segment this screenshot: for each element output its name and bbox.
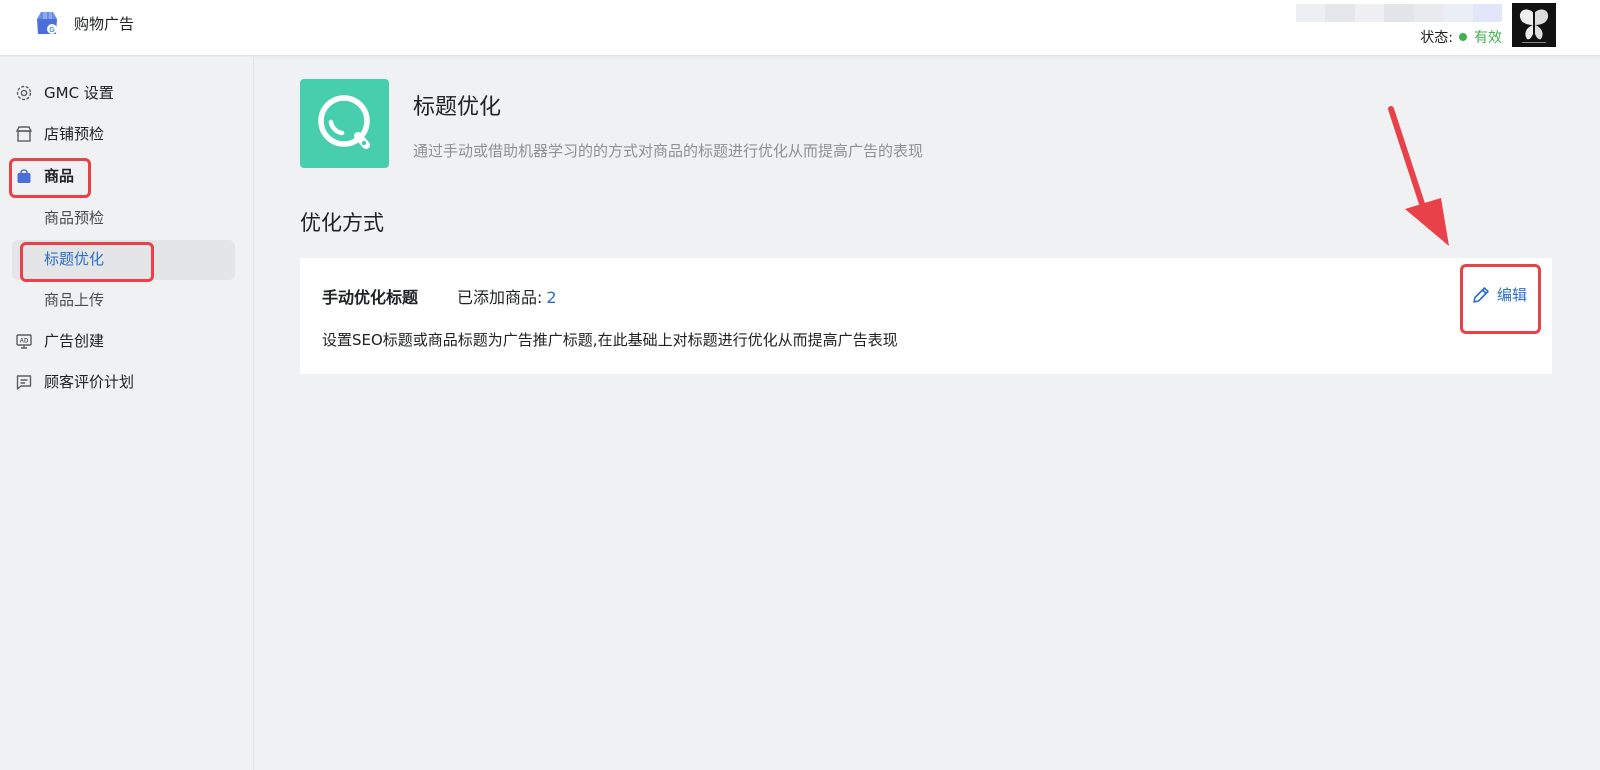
account-status: 状态: 有效 — [1420, 27, 1502, 47]
brand[interactable]: G 购物广告 — [34, 10, 134, 36]
status-value: 有效 — [1474, 30, 1502, 46]
count-value[interactable]: 2 — [546, 288, 556, 307]
sidebar-item-label: 广告创建 — [44, 332, 105, 350]
sidebar-subitem-product-precheck[interactable]: 商品预检 — [44, 207, 104, 228]
sidebar-subitem-title-optimization[interactable]: 标题优化 — [44, 248, 104, 269]
sidebar: GMC 设置 店铺预检 商品 商品预检 标题优化 商品上传 AD 广告创建 顾客… — [0, 57, 254, 770]
svg-text:G: G — [49, 27, 55, 34]
app-name: 购物广告 — [74, 14, 135, 33]
status-dot-icon — [1459, 33, 1467, 41]
manual-optimization-card: 手动优化标题 已添加商品: 2 设置SEO标题或商品标题为广告推广标题,在此基础上… — [300, 258, 1552, 374]
pencil-icon — [1473, 286, 1489, 303]
added-products-count: 已添加商品: 2 — [457, 284, 557, 308]
search-icon — [318, 95, 370, 149]
sidebar-item-label: 店铺预检 — [44, 125, 105, 143]
card-description: 设置SEO标题或商品标题为广告推广标题,在此基础上对标题进行优化从而提高广告表现 — [322, 331, 898, 349]
google-shopping-logo-icon: G — [37, 12, 57, 34]
sidebar-subitem-product-upload[interactable]: 商品上传 — [44, 289, 104, 310]
svg-text:AD: AD — [20, 338, 29, 344]
shopping-bag-icon — [14, 166, 34, 186]
edit-label: 编辑 — [1497, 286, 1528, 304]
section-title: 优化方式 — [300, 211, 384, 235]
avatar[interactable] — [1512, 3, 1556, 47]
review-icon — [14, 372, 34, 392]
sidebar-item-label: 顾客评价计划 — [44, 373, 135, 391]
count-label: 已添加商品: — [457, 288, 543, 307]
page-title: 标题优化 — [413, 95, 502, 120]
ad-icon: AD — [14, 331, 34, 351]
sidebar-item-label: GMC 设置 — [44, 84, 114, 102]
page-description: 通过手动或借助机器学习的的方式对商品的标题进行优化从而提高广告的表现 — [413, 142, 924, 160]
annotation-arrow-icon — [1388, 106, 1449, 246]
feature-tile — [300, 79, 389, 168]
butterfly-avatar-icon — [1512, 3, 1556, 47]
edit-button[interactable]: 编辑 — [1471, 284, 1527, 305]
sidebar-item-gmc-settings[interactable]: GMC 设置 — [14, 82, 114, 103]
store-icon — [14, 124, 34, 144]
card-title: 手动优化标题 — [322, 288, 419, 307]
sidebar-item-label: 商品 — [44, 167, 75, 185]
sidebar-item-customer-reviews[interactable]: 顾客评价计划 — [14, 371, 134, 392]
sidebar-item-products[interactable]: 商品 — [14, 165, 74, 186]
account-name-blurred — [1296, 4, 1502, 22]
top-bar: G 购物广告 状态: 有效 — [0, 0, 1600, 56]
status-label: 状态: — [1420, 30, 1453, 46]
sidebar-item-store-precheck[interactable]: 店铺预检 — [14, 123, 104, 144]
gear-icon — [14, 83, 34, 103]
sidebar-item-ad-creation[interactable]: AD 广告创建 — [14, 330, 104, 351]
